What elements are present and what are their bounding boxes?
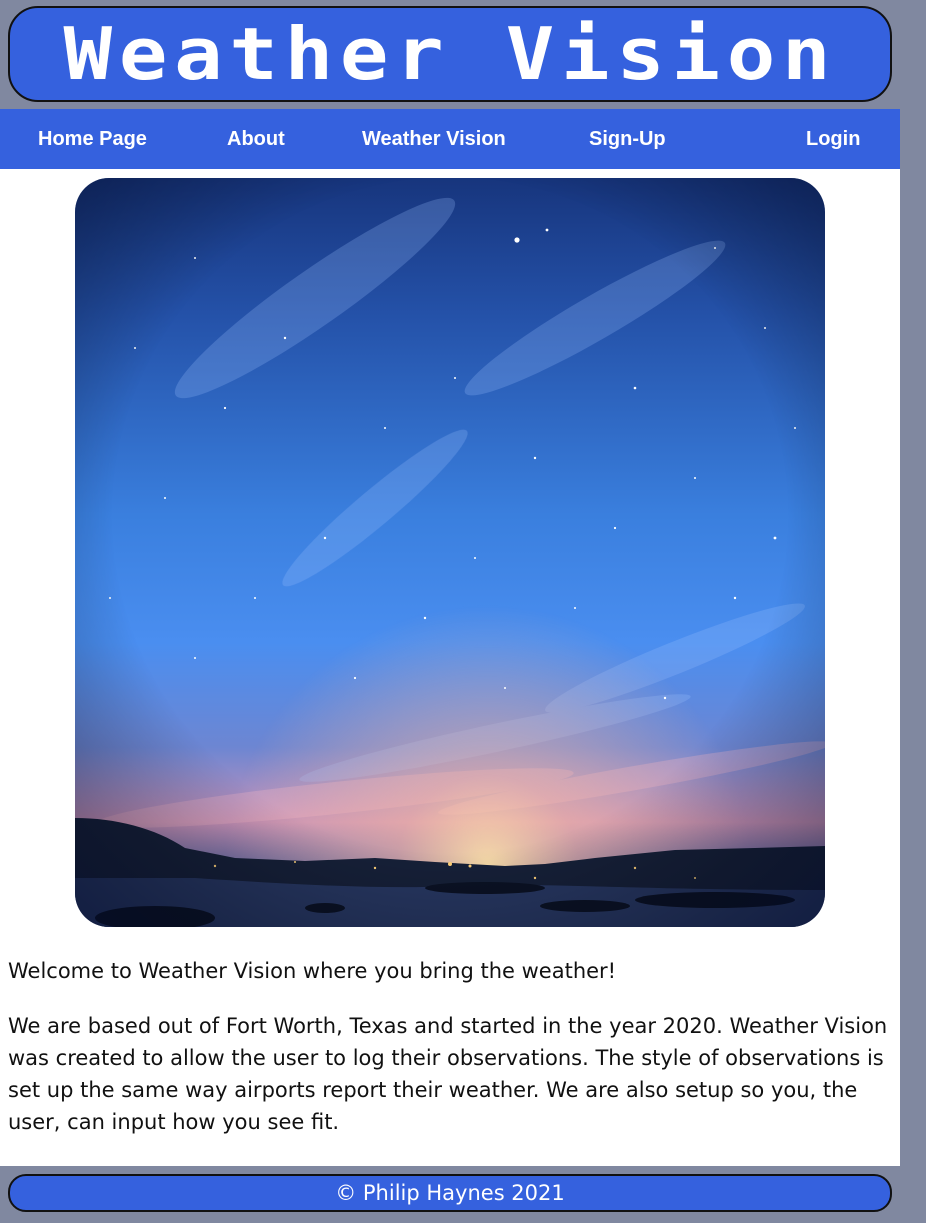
nav-link-weather-vision[interactable]: Weather Vision bbox=[362, 109, 506, 169]
hero-night-sky-image bbox=[75, 178, 825, 927]
main-navbar: Home Page About Weather Vision Sign-Up L… bbox=[0, 109, 900, 169]
welcome-text: Welcome to Weather Vision where you brin… bbox=[8, 959, 617, 983]
about-text: We are based out of Fort Worth, Texas an… bbox=[8, 1014, 888, 1134]
main-content: Welcome to Weather Vision where you brin… bbox=[0, 169, 900, 1166]
footer-copyright: © Philip Haynes 2021 bbox=[335, 1181, 565, 1205]
site-header-banner: Weather Vision bbox=[8, 6, 892, 102]
nav-link-home-page[interactable]: Home Page bbox=[38, 109, 147, 169]
site-title: Weather Vision bbox=[63, 12, 837, 96]
page: Weather Vision Home Page About Weather V… bbox=[0, 0, 900, 1223]
nav-link-about[interactable]: About bbox=[227, 109, 285, 169]
site-footer: © Philip Haynes 2021 bbox=[8, 1174, 892, 1212]
nav-link-login[interactable]: Login bbox=[806, 109, 860, 169]
nav-link-sign-up[interactable]: Sign-Up bbox=[589, 109, 666, 169]
